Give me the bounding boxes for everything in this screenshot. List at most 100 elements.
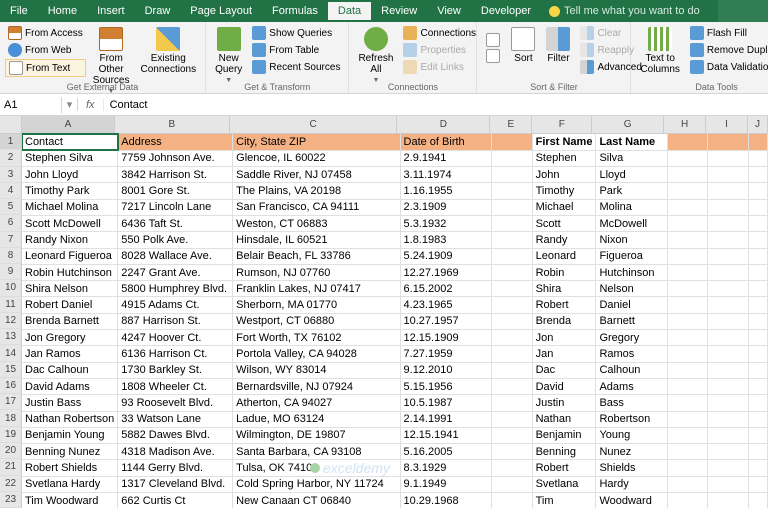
cell[interactable]: [667, 232, 707, 248]
cell[interactable]: [748, 476, 767, 492]
cell[interactable]: Robert Shields: [22, 460, 118, 476]
cell[interactable]: Gregory: [596, 330, 668, 346]
cell[interactable]: [667, 313, 707, 329]
from-text-button[interactable]: From Text: [5, 59, 86, 77]
cell[interactable]: Wilson, WY 83014: [233, 362, 400, 378]
cell[interactable]: Robert: [532, 297, 596, 313]
cell[interactable]: 10.5.1987: [400, 395, 492, 411]
cell[interactable]: Svetlana Hardy: [22, 476, 118, 492]
cell[interactable]: [492, 183, 532, 199]
cell[interactable]: 3.11.1974: [400, 167, 492, 183]
cell[interactable]: Nelson: [596, 281, 668, 297]
row-header[interactable]: 19: [0, 427, 22, 443]
column-header[interactable]: G: [592, 116, 664, 134]
cell[interactable]: 4.23.1965: [400, 297, 492, 313]
cell[interactable]: [708, 248, 748, 264]
cell[interactable]: Timothy: [532, 183, 596, 199]
cell[interactable]: 12.27.1969: [400, 264, 492, 280]
cell[interactable]: Michael: [532, 199, 596, 215]
cell[interactable]: Scott McDowell: [22, 215, 118, 231]
cell[interactable]: [492, 297, 532, 313]
cell[interactable]: The Plains, VA 20198: [233, 183, 400, 199]
cell[interactable]: [708, 460, 748, 476]
row-header[interactable]: 3: [0, 167, 22, 183]
cell[interactable]: 5.15.1956: [400, 378, 492, 394]
cell[interactable]: Saddle River, NJ 07458: [233, 167, 400, 183]
row-header[interactable]: 12: [0, 313, 22, 329]
cell[interactable]: Jon: [532, 330, 596, 346]
cell[interactable]: [708, 281, 748, 297]
cell[interactable]: Svetlana: [532, 476, 596, 492]
cell[interactable]: 1144 Gerry Blvd.: [118, 460, 233, 476]
cell[interactable]: Tulsa, OK 74103: [233, 460, 400, 476]
tab-file[interactable]: File: [0, 2, 38, 20]
cell[interactable]: Woodward: [596, 493, 668, 508]
cell[interactable]: Santa Barbara, CA 93108: [233, 444, 400, 460]
cell[interactable]: [708, 411, 748, 427]
cell[interactable]: 662 Curtis Ct: [118, 493, 233, 508]
cell[interactable]: [708, 264, 748, 280]
cell[interactable]: [492, 215, 532, 231]
cell[interactable]: [748, 183, 767, 199]
cell[interactable]: Portola Valley, CA 94028: [233, 346, 400, 362]
column-header[interactable]: A: [22, 116, 115, 134]
cell[interactable]: 7.27.1959: [400, 346, 492, 362]
cell[interactable]: [748, 150, 767, 166]
cell[interactable]: [708, 427, 748, 443]
cell[interactable]: [492, 150, 532, 166]
cell[interactable]: Justin: [532, 395, 596, 411]
column-header[interactable]: I: [706, 116, 748, 134]
cell[interactable]: Glencoe, IL 60022: [233, 150, 400, 166]
data-validation-button[interactable]: Data Validation ▼: [687, 59, 768, 75]
cell[interactable]: Stephen: [532, 150, 596, 166]
cell[interactable]: [708, 297, 748, 313]
column-header[interactable]: F: [532, 116, 592, 134]
cell[interactable]: [748, 493, 767, 508]
cell[interactable]: [748, 395, 767, 411]
cell[interactable]: Benjamin Young: [22, 427, 118, 443]
cell[interactable]: [708, 232, 748, 248]
cell[interactable]: [492, 281, 532, 297]
cell[interactable]: 2.9.1941: [400, 150, 492, 166]
cell[interactable]: Barnett: [596, 313, 668, 329]
cell[interactable]: Address: [118, 134, 233, 150]
cell[interactable]: [708, 134, 748, 150]
cell[interactable]: [748, 264, 767, 280]
cell[interactable]: Robin: [532, 264, 596, 280]
row-header[interactable]: 20: [0, 443, 22, 459]
cell[interactable]: Benning Nunez: [22, 444, 118, 460]
cell[interactable]: [708, 313, 748, 329]
cell[interactable]: [708, 378, 748, 394]
cell[interactable]: [492, 362, 532, 378]
cell[interactable]: Silva: [596, 150, 668, 166]
cell[interactable]: [748, 460, 767, 476]
cell[interactable]: Hardy: [596, 476, 668, 492]
cell[interactable]: [708, 362, 748, 378]
cell[interactable]: [748, 134, 767, 150]
cell[interactable]: [667, 346, 707, 362]
cell[interactable]: 8028 Wallace Ave.: [118, 248, 233, 264]
cell[interactable]: First Name: [532, 134, 596, 150]
row-header[interactable]: 5: [0, 199, 22, 215]
cell[interactable]: Tim: [532, 493, 596, 508]
cell[interactable]: 10.29.1968: [400, 493, 492, 508]
cell[interactable]: [667, 134, 707, 150]
cell[interactable]: [667, 460, 707, 476]
tab-formulas[interactable]: Formulas: [262, 2, 328, 20]
cell[interactable]: [667, 411, 707, 427]
cell[interactable]: [708, 493, 748, 508]
cell[interactable]: Ladue, MO 63124: [233, 411, 400, 427]
tab-page-layout[interactable]: Page Layout: [180, 2, 262, 20]
cell[interactable]: [492, 167, 532, 183]
cell[interactable]: Franklin Lakes, NJ 07417: [233, 281, 400, 297]
cell[interactable]: 1730 Barkley St.: [118, 362, 233, 378]
cell[interactable]: Leonard: [532, 248, 596, 264]
row-header[interactable]: 21: [0, 459, 22, 475]
cell[interactable]: [667, 183, 707, 199]
column-header[interactable]: H: [664, 116, 706, 134]
cell-grid[interactable]: ContactAddressCity, State ZIPDate of Bir…: [22, 134, 768, 508]
cell[interactable]: [492, 395, 532, 411]
cell[interactable]: Figueroa: [596, 248, 668, 264]
row-header[interactable]: 1: [0, 134, 22, 150]
cell[interactable]: [708, 330, 748, 346]
